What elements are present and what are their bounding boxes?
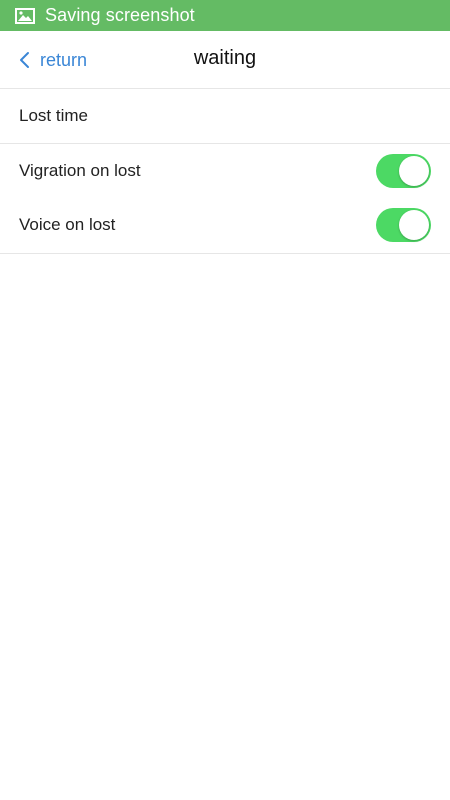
bottom-divider	[0, 253, 450, 254]
vibration-row: Vigration on lost	[0, 144, 450, 198]
toggle-knob	[399, 156, 429, 186]
image-icon	[15, 7, 35, 24]
voice-toggle[interactable]	[376, 208, 431, 242]
lost-time-label: Lost time	[19, 106, 88, 125]
page-title: waiting	[193, 47, 257, 69]
vibration-toggle[interactable]	[376, 154, 431, 188]
status-text: Saving screenshot	[45, 5, 195, 25]
nav-bar: return waiting	[0, 31, 450, 88]
lost-time-row[interactable]: Lost time	[0, 89, 450, 143]
voice-row: Voice on lost	[0, 198, 450, 252]
status-bar: Saving screenshot	[0, 0, 450, 31]
vibration-label: Vigration on lost	[19, 161, 141, 180]
voice-label: Voice on lost	[19, 215, 116, 234]
toggle-knob	[399, 210, 429, 240]
